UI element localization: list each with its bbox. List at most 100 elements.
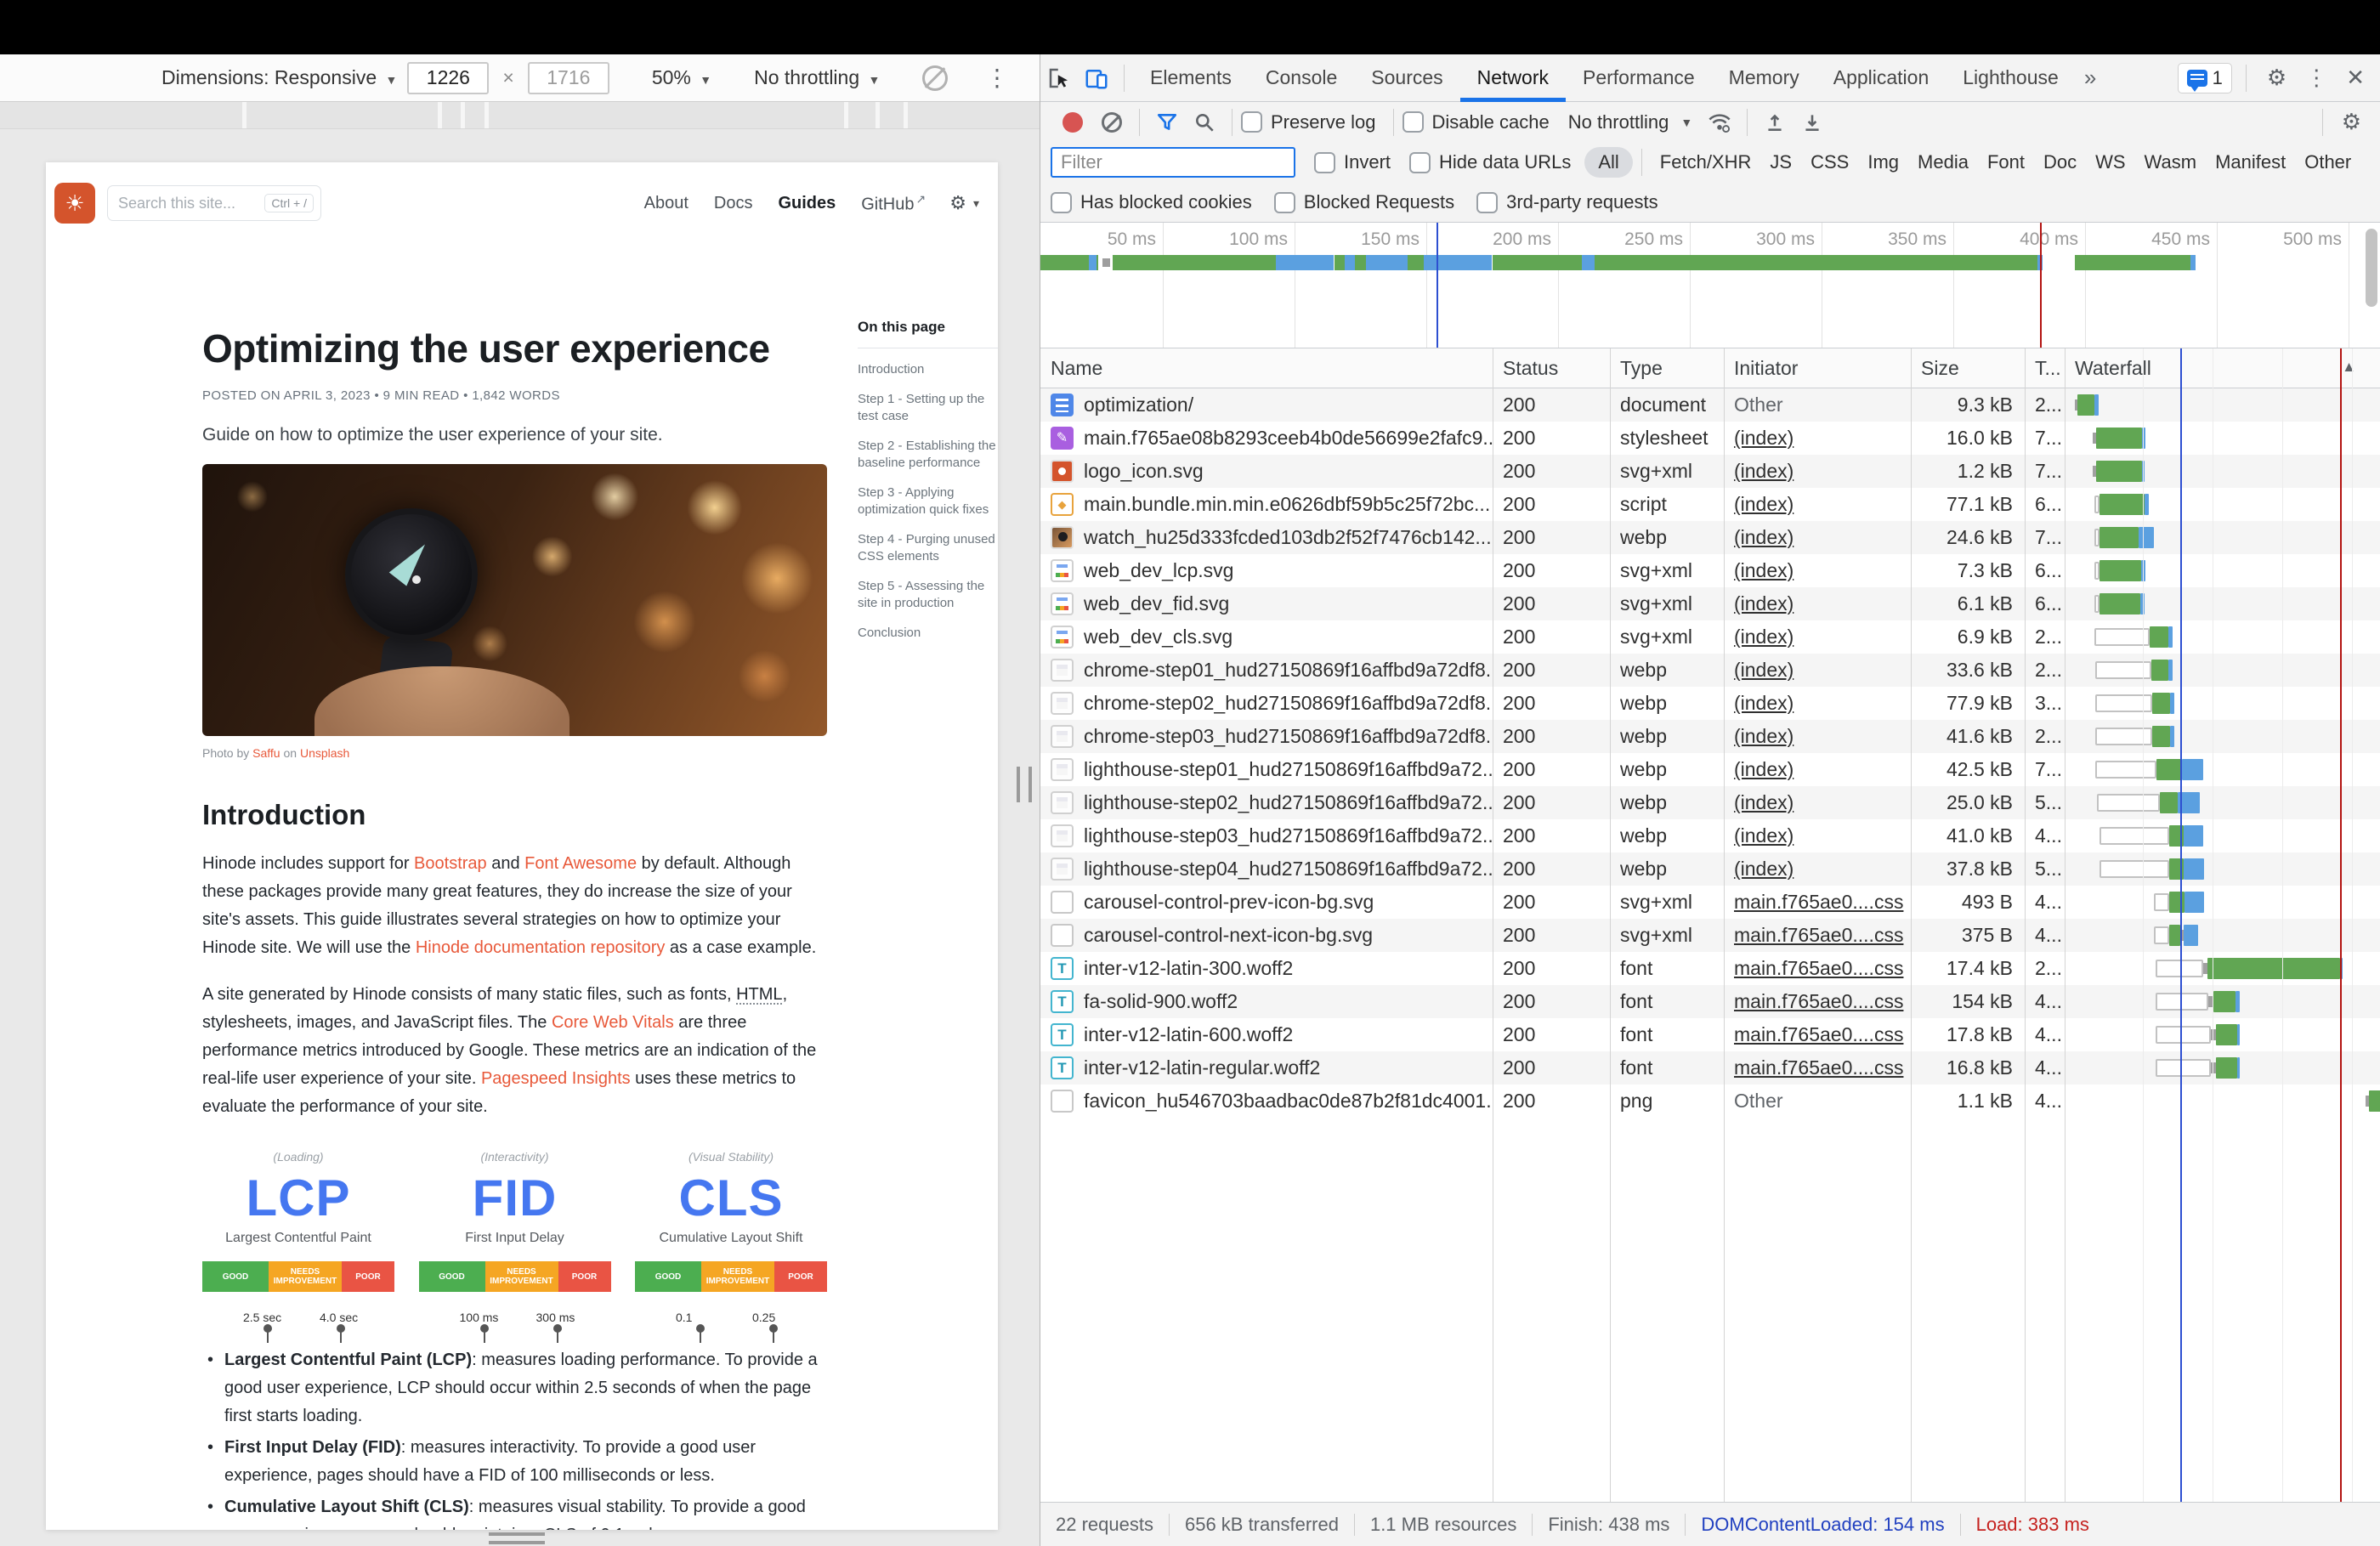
tab-network[interactable]: Network (1460, 54, 1566, 102)
request-row[interactable]: watch_hu25d333fcded103db2f52f7476cb142..… (1040, 521, 2380, 554)
request-row[interactable]: web_dev_fid.svg 200 svg+xml (index) 6.1 kB 6.… (1040, 587, 2380, 620)
network-conditions-icon[interactable] (1701, 104, 1738, 141)
invert-label[interactable]: Invert (1344, 151, 1391, 173)
filter-type-img[interactable]: Img (1858, 147, 1908, 178)
column-header-initiator[interactable]: Initiator (1724, 357, 1911, 380)
tab-console[interactable]: Console (1249, 54, 1354, 102)
media-query-bar[interactable] (0, 102, 1040, 129)
settings-gear-icon[interactable]: ⚙ (2260, 65, 2293, 91)
checkbox[interactable] (1051, 191, 1072, 213)
request-row[interactable]: inter-v12-latin-300.woff2 200 font main.f76… (1040, 952, 2380, 985)
network-throttling-select[interactable]: No throttling ▼ (1568, 111, 1692, 133)
filter-type-wasm[interactable]: Wasm (2135, 147, 2207, 178)
request-row[interactable]: lighthouse-step03_hud27150869f16affbd9a7… (1040, 819, 2380, 852)
initiator-link[interactable]: main.f765ae0....css (1734, 990, 1903, 1012)
tab-memory[interactable]: Memory (1712, 54, 1816, 102)
column-header-name[interactable]: Name (1040, 357, 1493, 380)
request-row[interactable]: inter-v12-latin-regular.woff2 200 font main… (1040, 1051, 2380, 1084)
filter-type-all[interactable]: All (1584, 147, 1633, 178)
request-row[interactable]: logo_icon.svg 200 svg+xml (index) 1.2 kB 7... (1040, 455, 2380, 488)
device-toolbar-more-icon[interactable]: ⋮ (985, 64, 1011, 92)
initiator-link[interactable]: (index) (1734, 427, 1794, 449)
tab-elements[interactable]: Elements (1133, 54, 1249, 102)
site-search[interactable]: Ctrl + / (107, 185, 321, 221)
preserve-log-label[interactable]: Preserve log (1271, 111, 1376, 133)
tab-performance[interactable]: Performance (1566, 54, 1712, 102)
initiator-link[interactable]: (index) (1734, 526, 1794, 548)
initiator-link[interactable]: (index) (1734, 626, 1794, 648)
request-row[interactable]: lighthouse-step02_hud27150869f16affbd9a7… (1040, 786, 2380, 819)
initiator-link[interactable]: (index) (1734, 659, 1794, 681)
nav-item-github[interactable]: GitHub ↗ (861, 192, 926, 215)
preserve-log-checkbox[interactable] (1241, 111, 1262, 133)
invert-checkbox[interactable] (1314, 151, 1335, 173)
search-icon[interactable] (1186, 104, 1223, 141)
filter-type-media[interactable]: Media (1908, 147, 1978, 178)
text-link[interactable]: Unsplash (300, 746, 349, 760)
text-link[interactable]: Hinode documentation repository (416, 938, 666, 957)
dimensions-select[interactable]: Dimensions: Responsive ▼ (162, 66, 397, 89)
column-divider[interactable] (1610, 348, 1611, 1502)
option-label[interactable]: 3rd-party requests (1506, 191, 1658, 213)
text-link[interactable]: Font Awesome (524, 854, 637, 873)
more-tabs-button[interactable]: » (2076, 65, 2105, 91)
hide-data-urls-checkbox[interactable] (1409, 151, 1431, 173)
request-row[interactable]: chrome-step03_hud27150869f16affbd9a72df8… (1040, 720, 2380, 753)
export-har-icon[interactable] (1794, 104, 1831, 141)
initiator-link[interactable]: (index) (1734, 758, 1794, 780)
column-divider[interactable] (2025, 348, 2026, 1502)
initiator-link[interactable]: (index) (1734, 559, 1794, 581)
request-row[interactable]: main.f765ae08b8293ceeb4b0de56699e2fafc9.… (1040, 422, 2380, 455)
sort-arrow-icon[interactable]: ▲ (2342, 359, 2356, 376)
zoom-select[interactable]: 50% ▼ (652, 66, 711, 89)
theme-menu[interactable]: ⚙ ▾ (949, 192, 979, 214)
search-input[interactable] (118, 194, 265, 212)
site-logo[interactable]: ☀ (54, 183, 95, 224)
filter-type-css[interactable]: CSS (1801, 147, 1858, 178)
toc-link[interactable]: Step 5 - Assessing the site in productio… (858, 578, 998, 612)
initiator-link[interactable]: (index) (1734, 460, 1794, 482)
initiator-link[interactable]: (index) (1734, 858, 1794, 880)
initiator-link[interactable]: main.f765ae0....css (1734, 891, 1903, 913)
column-divider[interactable] (2065, 348, 2066, 1502)
checkbox[interactable] (1273, 191, 1295, 213)
network-settings-gear-icon[interactable]: ⚙ (2335, 109, 2368, 135)
request-row[interactable]: fa-solid-900.woff2 200 font main.f765ae0...… (1040, 985, 2380, 1018)
viewport-height-input[interactable] (527, 61, 609, 94)
toc-link[interactable]: Step 4 - Purging unused CSS elements (858, 531, 998, 565)
scrollbar-thumb[interactable] (2366, 229, 2377, 307)
initiator-link[interactable]: (index) (1734, 791, 1794, 813)
request-row[interactable]: inter-v12-latin-600.woff2 200 font main.f76… (1040, 1018, 2380, 1051)
nav-item-docs[interactable]: Docs (714, 194, 753, 213)
checkbox[interactable] (1476, 191, 1499, 213)
filter-type-manifest[interactable]: Manifest (2206, 147, 2295, 178)
import-har-icon[interactable] (1756, 104, 1794, 141)
pane-splitter-handle[interactable] (1017, 767, 1032, 802)
filter-type-js[interactable]: JS (1760, 147, 1801, 178)
request-row[interactable]: web_dev_lcp.svg 200 svg+xml (index) 7.3 kB 6.… (1040, 554, 2380, 587)
rotate-viewport-icon[interactable] (922, 65, 949, 91)
request-row[interactable]: favicon_hu546703baadbac0de87b2f81dc4001.… (1040, 1084, 2380, 1118)
tab-sources[interactable]: Sources (1354, 54, 1459, 102)
column-header-size[interactable]: Size (1911, 357, 2025, 380)
column-header-waterfall[interactable]: Waterfall (2065, 357, 2380, 380)
issues-counter[interactable]: 1 (2177, 62, 2232, 93)
filter-type-doc[interactable]: Doc (2034, 147, 2086, 178)
record-network-log-button[interactable] (1062, 111, 1083, 133)
option-label[interactable]: Blocked Requests (1304, 191, 1454, 213)
toggle-device-toolbar-icon[interactable] (1078, 59, 1115, 97)
network-overview-timeline[interactable]: 50 ms 100 ms 150 ms 200 ms 250 ms 300 ms 350 m… (1040, 223, 2380, 348)
throttling-select[interactable]: No throttling ▼ (754, 66, 880, 89)
request-row[interactable]: web_dev_cls.svg 200 svg+xml (index) 6.9 kB 2.… (1040, 620, 2380, 654)
request-row[interactable]: carousel-control-next-icon-bg.svg 200 svg+… (1040, 919, 2380, 952)
filter-input[interactable] (1051, 147, 1295, 178)
column-header-type[interactable]: Type (1610, 357, 1724, 380)
toc-link[interactable]: Step 2 - Establishing the baseline perfo… (858, 438, 998, 472)
toc-link[interactable]: Step 1 - Setting up the test case (858, 391, 998, 425)
text-link[interactable]: Bootstrap (414, 854, 487, 873)
inspect-element-icon[interactable] (1040, 59, 1078, 97)
toc-link[interactable]: Step 3 - Applying optimization quick fix… (858, 484, 998, 518)
hide-data-urls-label[interactable]: Hide data URLs (1439, 151, 1571, 173)
column-header-status[interactable]: Status (1493, 357, 1610, 380)
filter-type-other[interactable]: Other (2295, 147, 2360, 178)
